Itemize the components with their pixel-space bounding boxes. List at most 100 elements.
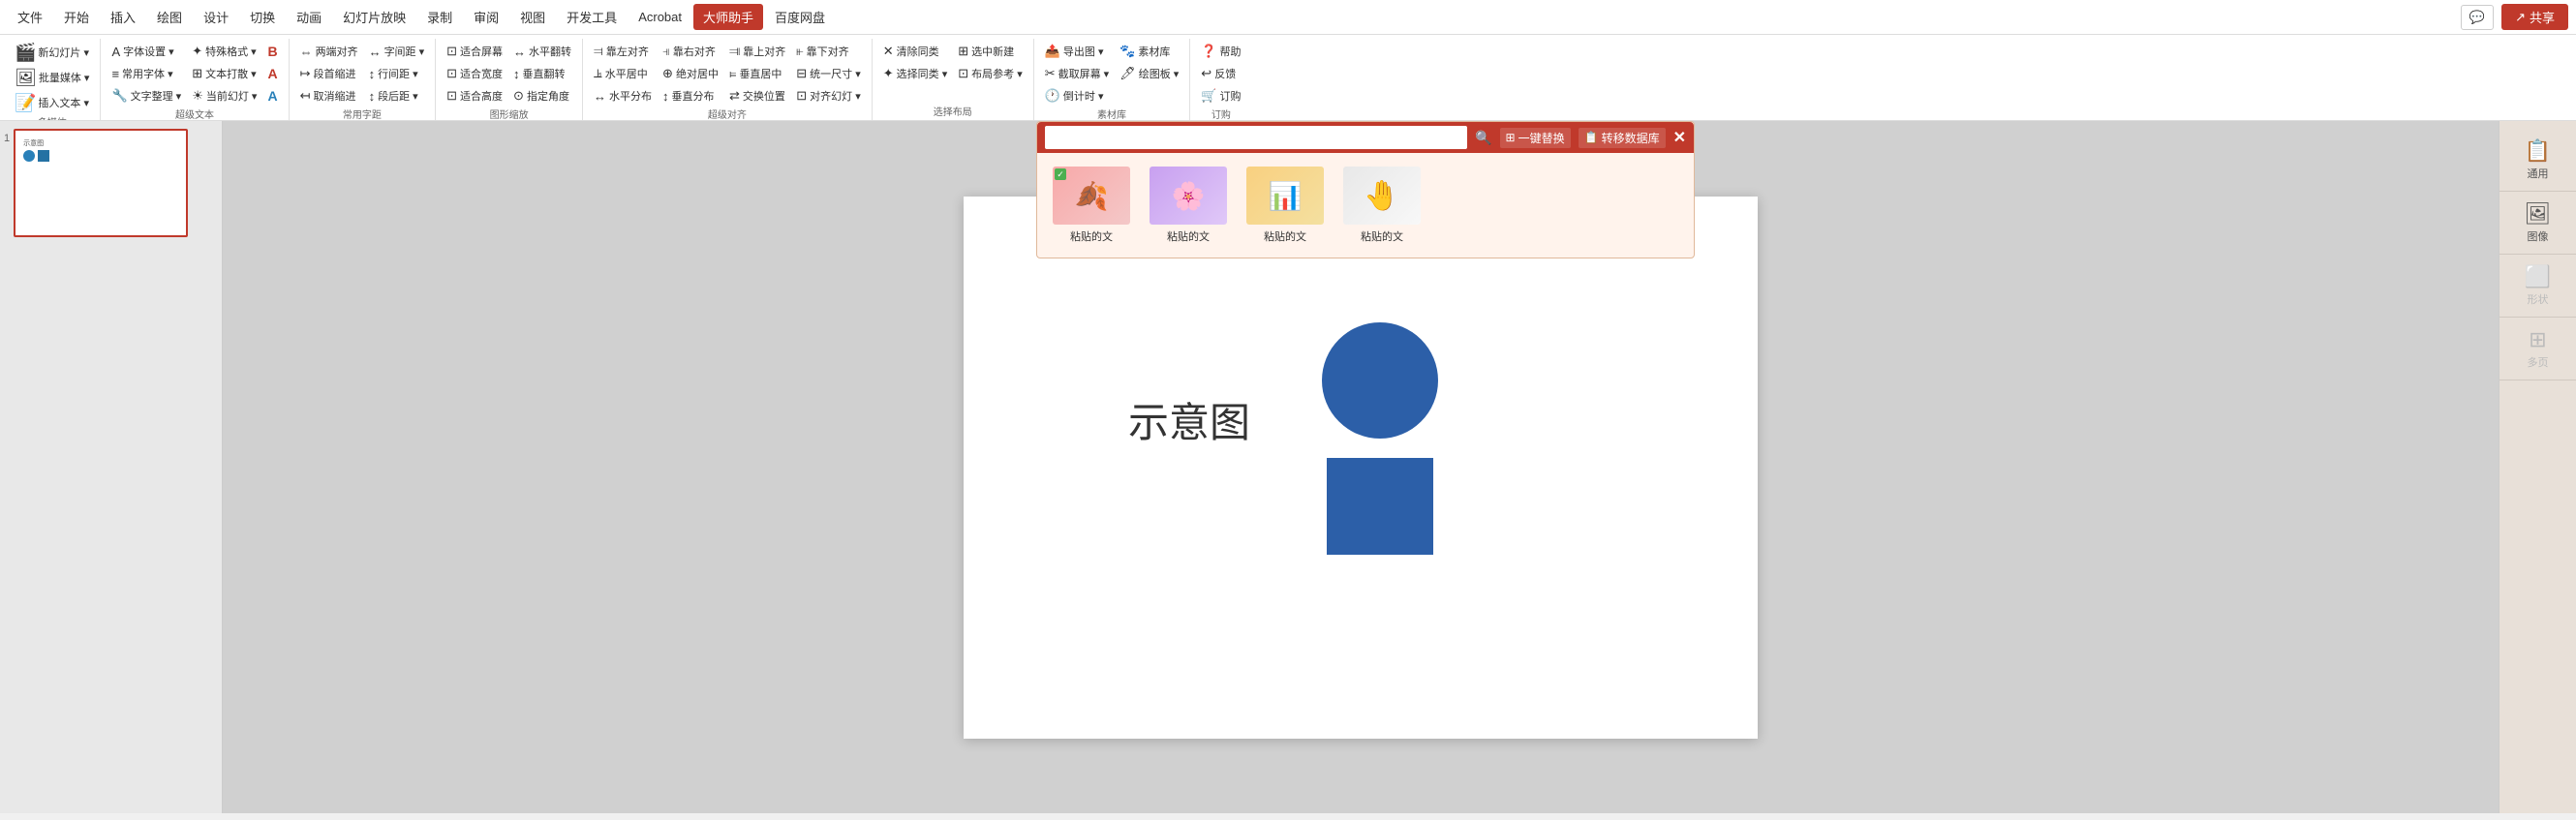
- menu-item-baidu[interactable]: 百度网盘: [765, 4, 835, 30]
- right-panel-item-image[interactable]: 🖼 图像: [2499, 192, 2576, 255]
- ribbon-btn-current-slide[interactable]: ☀当前幻灯 ▾: [187, 85, 261, 106]
- ribbon-btn-feedback[interactable]: ↩反馈: [1196, 63, 1245, 84]
- line-spacing-icon: ↕: [369, 67, 376, 81]
- ribbon-btn-justify[interactable]: ⇔两端对齐: [295, 41, 363, 62]
- right-panel-item-universal[interactable]: 📋 通用: [2499, 129, 2576, 192]
- ribbon-btn-hcenter[interactable]: ⫡水平居中: [589, 63, 657, 84]
- chat-button[interactable]: 💬: [2461, 5, 2494, 30]
- ribbon-btn-countdown[interactable]: 🕐倒计时 ▾: [1040, 85, 1114, 106]
- ribbon-btn-align-top[interactable]: ⫥靠上对齐: [724, 41, 790, 62]
- slide-thumbnail-1[interactable]: 示意图: [14, 129, 188, 237]
- ribbon-btn-batch-media[interactable]: 🖼 批量媒体 ▾: [10, 66, 94, 89]
- floating-panel-search[interactable]: [1045, 126, 1467, 149]
- ribbon-btn-color-a-blue[interactable]: A: [262, 85, 282, 106]
- ribbon-btn-clear-same[interactable]: ✕清除同类: [878, 41, 952, 62]
- menu-item-file[interactable]: 文件: [8, 4, 52, 30]
- ribbon-btn-align-right[interactable]: ⫣靠右对齐: [658, 41, 723, 62]
- ribbon-btn-text-scatter[interactable]: ⊞文本打散 ▾: [187, 63, 261, 84]
- search-icon[interactable]: 🔍: [1475, 130, 1491, 146]
- ribbon-items-multimedia: 🎬 新幻灯片 ▾ 🖼 批量媒体 ▾ 📝 插入文本 ▾: [10, 41, 94, 114]
- ribbon-btn-new-slide[interactable]: 🎬 新幻灯片 ▾: [10, 41, 94, 64]
- ribbon-btn-same-size[interactable]: ⊟统一尺寸 ▾: [791, 63, 865, 84]
- fp-item-3[interactable]: 📊 粘贴的文: [1242, 163, 1328, 248]
- ribbon-btn-char-spacing[interactable]: ↔字间距 ▾: [364, 41, 430, 62]
- fp-item-img-2: 🌸: [1150, 167, 1227, 225]
- menu-item-daoshi[interactable]: 大师助手: [693, 4, 763, 30]
- ribbon-btn-vcenter[interactable]: ⫢垂直居中: [724, 63, 790, 84]
- angle-icon: ⊙: [513, 88, 524, 104]
- ribbon-btn-fit-width[interactable]: ⊡适合宽度: [442, 63, 507, 84]
- share-button[interactable]: ↗ 共享: [2501, 4, 2568, 30]
- ribbon-btn-line-spacing[interactable]: ↕行间距 ▾: [364, 63, 430, 84]
- right-panel-item-multipage[interactable]: ⊞ 多页: [2499, 318, 2576, 380]
- ribbon-btn-screenshot[interactable]: ✂截取屏幕 ▾: [1040, 63, 1114, 84]
- right-panel-label-image: 图像: [2528, 228, 2549, 244]
- menu-item-animation[interactable]: 动画: [287, 4, 331, 30]
- ribbon-btn-color-a-red[interactable]: A: [262, 63, 282, 84]
- ribbon-btn-buy[interactable]: 🛒订购: [1196, 85, 1245, 106]
- fp-close-btn[interactable]: ✕: [1673, 128, 1686, 147]
- menu-item-transition[interactable]: 切换: [240, 4, 285, 30]
- ribbon-btn-indent[interactable]: ↦段首缩进: [295, 63, 363, 84]
- new-slide-icon: 🎬: [15, 44, 36, 61]
- ribbon-btn-swap[interactable]: ⇄交换位置: [724, 85, 790, 106]
- ribbon-btn-text-organize[interactable]: 🔧文字整理 ▾: [107, 85, 186, 106]
- ribbon-btn-asset-lib[interactable]: 🐾素材库: [1115, 41, 1183, 62]
- fp-item-4[interactable]: 🤚 粘贴的文: [1339, 163, 1425, 248]
- ribbon-items-purchase: ❓帮助 ↩反馈 🛒订购: [1196, 41, 1245, 106]
- ribbon-btn-vdist[interactable]: ↕垂直分布: [658, 85, 723, 106]
- common-font-icon: ≡: [111, 67, 119, 81]
- image-icon: 🖼: [2525, 201, 2552, 227]
- text-organize-icon: 🔧: [111, 88, 127, 104]
- slide-canvas[interactable]: 示意图: [964, 197, 1758, 739]
- canvas-circle-shape[interactable]: [1322, 322, 1438, 439]
- fp-item-2[interactable]: 🌸 粘贴的文: [1146, 163, 1231, 248]
- menu-item-record[interactable]: 录制: [417, 4, 462, 30]
- ribbon-btn-special-format[interactable]: ✦特殊格式 ▾: [187, 41, 261, 62]
- countdown-icon: 🕐: [1045, 88, 1060, 104]
- ribbon-btn-export[interactable]: 📤导出图 ▾: [1040, 41, 1114, 62]
- char-spacing-icon: ↔: [369, 45, 382, 59]
- align-left-icon: ⫤: [594, 44, 603, 59]
- fit-screen-icon: ⊡: [446, 44, 457, 59]
- ribbon-btn-common-font[interactable]: ≡常用字体 ▾: [107, 63, 186, 84]
- ribbon-btn-align-slide[interactable]: ⊡对齐幻灯 ▾: [791, 85, 865, 106]
- ribbon-btn-cancel-indent[interactable]: ↤取消缩进: [295, 85, 363, 106]
- fp-transfer-btn[interactable]: 📋 转移数据库: [1579, 128, 1666, 148]
- ribbon-btn-font-settings[interactable]: A字体设置 ▾: [107, 41, 186, 62]
- fp-replace-btn[interactable]: ⊞ 一键替换: [1500, 128, 1571, 148]
- ribbon-btn-drawboard[interactable]: 🖊绘图板 ▾: [1115, 63, 1183, 84]
- slide-panel: 1 示意图: [0, 121, 223, 813]
- ribbon-btn-select-same[interactable]: ✦选择同类 ▾: [878, 63, 952, 84]
- ribbon-btn-fit-height[interactable]: ⊡适合高度: [442, 85, 507, 106]
- ribbon-btn-angle[interactable]: ⊙指定角度: [508, 85, 576, 106]
- ribbon-btn-hflip[interactable]: ↔水平翻转: [508, 41, 576, 62]
- menu-item-insert[interactable]: 插入: [101, 4, 145, 30]
- right-panel-item-shape[interactable]: ⬜ 形状: [2499, 255, 2576, 318]
- ribbon-btn-insert-text[interactable]: 📝 插入文本 ▾: [10, 91, 94, 114]
- ribbon-group-spacing: ⇔两端对齐 ↔字间距 ▾ ↦段首缩进 ↕行间距 ▾ ↤取消缩进 ↕段后距 ▾ 常…: [290, 39, 437, 120]
- menu-item-acrobat[interactable]: Acrobat: [629, 6, 691, 28]
- ribbon-btn-bold[interactable]: B: [262, 41, 282, 62]
- menu-item-review[interactable]: 审阅: [464, 4, 508, 30]
- ribbon-btn-align-left[interactable]: ⫤靠左对齐: [589, 41, 657, 62]
- canvas-square-shape[interactable]: [1327, 458, 1433, 555]
- ribbon-btn-para-spacing[interactable]: ↕段后距 ▾: [364, 85, 430, 106]
- ribbon-items-align: ⫤靠左对齐 ⫣靠右对齐 ⫥靠上对齐 ⫦靠下对齐 ⫡水平居中 ⊕绝对居中 ⫢垂直居…: [589, 41, 866, 106]
- ribbon-btn-vflip[interactable]: ↕垂直翻转: [508, 63, 576, 84]
- menu-item-design[interactable]: 设计: [194, 4, 238, 30]
- ribbon-btn-align-bottom[interactable]: ⫦靠下对齐: [791, 41, 865, 62]
- menu-item-devtools[interactable]: 开发工具: [557, 4, 627, 30]
- ribbon-btn-select-new[interactable]: ⊞选中新建: [953, 41, 1027, 62]
- ribbon-btn-fit-screen[interactable]: ⊡适合屏幕: [442, 41, 507, 62]
- ribbon-btn-layout-ref[interactable]: ⊡布局参考 ▾: [953, 63, 1027, 84]
- menu-item-start[interactable]: 开始: [54, 4, 99, 30]
- ribbon-btn-hdist[interactable]: ↔水平分布: [589, 85, 657, 106]
- ribbon-btn-help[interactable]: ❓帮助: [1196, 41, 1245, 62]
- menu-item-slideshow[interactable]: 幻灯片放映: [333, 4, 415, 30]
- menu-item-view[interactable]: 视图: [510, 4, 555, 30]
- fp-item-1[interactable]: 🍂 粘贴的文: [1049, 163, 1134, 248]
- ribbon-btn-abs-center[interactable]: ⊕绝对居中: [658, 63, 723, 84]
- transfer-icon: 📋: [1584, 131, 1599, 144]
- menu-item-draw[interactable]: 绘图: [147, 4, 192, 30]
